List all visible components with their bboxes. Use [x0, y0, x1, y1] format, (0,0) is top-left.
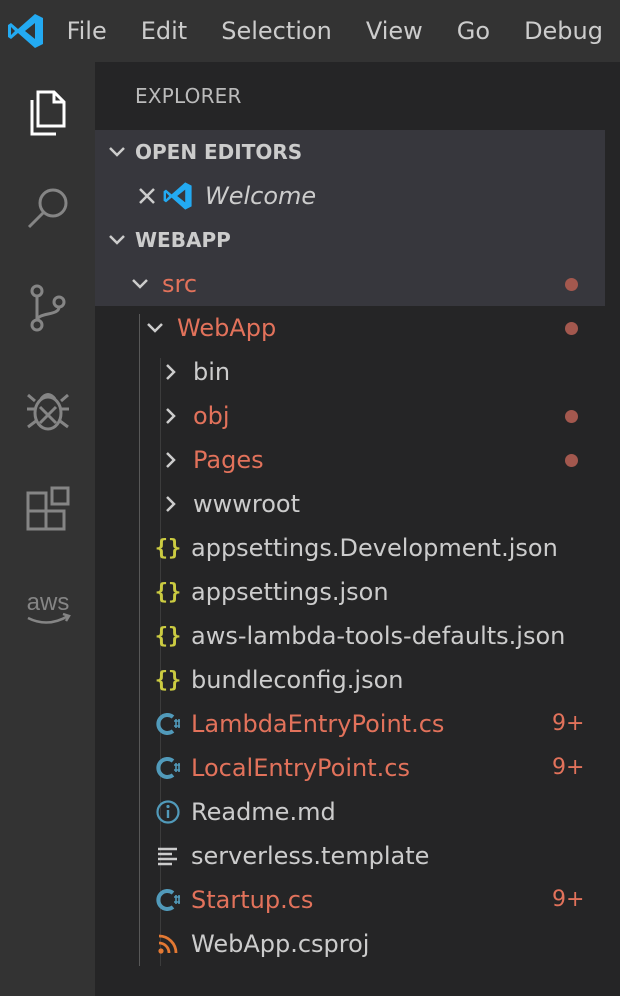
tree-item-label: LambdaEntryPoint.cs — [191, 710, 445, 738]
debug-icon[interactable] — [0, 360, 95, 460]
menu-go[interactable]: Go — [440, 0, 507, 62]
chevron-right-icon[interactable] — [161, 494, 181, 514]
tree-folder-obj[interactable]: obj — [95, 394, 605, 438]
open-editor-label: Welcome — [205, 182, 317, 210]
chevron-down-icon[interactable] — [145, 318, 165, 338]
menu-selection[interactable]: Selection — [204, 0, 349, 62]
extensions-icon[interactable] — [0, 460, 95, 560]
webapp-section-label: WEBAPP — [135, 228, 231, 252]
problem-count-badge: 9+ — [552, 755, 585, 780]
chevron-down-icon — [107, 142, 127, 162]
tree-file[interactable]: {} aws-lambda-tools-defaults.json — [95, 614, 605, 658]
open-editors-label: OPEN EDITORS — [135, 140, 303, 164]
close-icon[interactable] — [137, 186, 157, 206]
tree-file[interactable]: Startup.cs 9+ — [95, 878, 605, 922]
tree-file[interactable]: serverless.template — [95, 834, 605, 878]
source-control-icon[interactable] — [0, 258, 95, 358]
rss-file-icon — [155, 931, 181, 957]
tree-folder-wwwroot[interactable]: wwwroot — [95, 482, 605, 526]
explorer-sidebar: EXPLORER OPEN EDITORS Welcome WEBAPP src… — [95, 62, 620, 996]
tree-item-label: serverless.template — [191, 842, 430, 870]
tree-item-label: Startup.cs — [191, 886, 314, 914]
csharp-file-icon — [155, 755, 181, 781]
tree-item-label: Readme.md — [191, 798, 336, 826]
search-icon[interactable] — [0, 158, 95, 258]
explorer-title: EXPLORER — [135, 84, 242, 108]
open-editors-header[interactable]: OPEN EDITORS — [95, 130, 605, 174]
chevron-right-icon[interactable] — [161, 362, 181, 382]
chevron-right-icon[interactable] — [161, 406, 181, 426]
tree-file[interactable]: LocalEntryPoint.cs 9+ — [95, 746, 605, 790]
chevron-right-icon[interactable] — [161, 450, 181, 470]
info-file-icon — [155, 799, 181, 825]
chevron-down-icon — [107, 230, 127, 250]
modified-dot — [565, 322, 578, 335]
tree-file[interactable]: LambdaEntryPoint.cs 9+ — [95, 702, 605, 746]
explorer-icon[interactable] — [0, 62, 95, 162]
vscode-logo-icon — [0, 0, 53, 62]
tree-file[interactable]: Readme.md — [95, 790, 605, 834]
tree-file[interactable]: WebApp.csproj — [95, 922, 605, 966]
activity-bar: aws — [0, 62, 95, 996]
text-file-icon — [155, 843, 181, 869]
menu-debug[interactable]: Debug — [507, 0, 620, 62]
tree-file[interactable]: {} appsettings.json — [95, 570, 605, 614]
modified-dot — [565, 410, 578, 423]
tree-item-label: obj — [193, 402, 230, 430]
tree-item-label: WebApp — [177, 314, 277, 342]
json-file-icon: {} — [154, 535, 182, 561]
tree-item-label: LocalEntryPoint.cs — [191, 754, 410, 782]
chevron-down-icon[interactable] — [130, 274, 150, 294]
tree-item-label: bundleconfig.json — [191, 666, 404, 694]
csharp-file-icon — [155, 887, 181, 913]
tree-item-label: wwwroot — [193, 490, 301, 518]
tree-item-label: appsettings.Development.json — [191, 534, 558, 562]
tree-folder-pages[interactable]: Pages — [95, 438, 605, 482]
menu-file[interactable]: File — [53, 0, 124, 62]
csharp-file-icon — [155, 711, 181, 737]
tree-item-label: appsettings.json — [191, 578, 389, 606]
tree-folder-webapp[interactable]: WebApp — [95, 306, 605, 350]
problem-count-badge: 9+ — [552, 711, 585, 736]
tree-item-label: WebApp.csproj — [191, 930, 370, 958]
modified-dot — [565, 278, 578, 291]
tree-folder-src[interactable]: src — [95, 262, 605, 306]
tree-item-label: bin — [193, 358, 231, 386]
tree-item-label: aws-lambda-tools-defaults.json — [191, 622, 566, 650]
problem-count-badge: 9+ — [552, 887, 585, 912]
tree-item-label: Pages — [193, 446, 264, 474]
tree-folder-bin[interactable]: bin — [95, 350, 605, 394]
open-editor-item[interactable]: Welcome — [95, 174, 605, 218]
json-file-icon: {} — [154, 579, 182, 605]
tree-item-label: src — [162, 270, 198, 298]
menu-view[interactable]: View — [349, 0, 440, 62]
menu-edit[interactable]: Edit — [124, 0, 204, 62]
tree-file[interactable]: {} bundleconfig.json — [95, 658, 605, 702]
menu-bar: File Edit Selection View Go Debug — [0, 0, 620, 62]
aws-icon[interactable]: aws — [0, 558, 95, 658]
modified-dot — [565, 454, 578, 467]
json-file-icon: {} — [154, 667, 182, 693]
webapp-section-header[interactable]: WEBAPP — [95, 218, 605, 262]
tree-file[interactable]: {} appsettings.Development.json — [95, 526, 605, 570]
json-file-icon: {} — [154, 623, 182, 649]
aws-label: aws — [26, 589, 69, 616]
vscode-tab-icon — [161, 179, 195, 213]
